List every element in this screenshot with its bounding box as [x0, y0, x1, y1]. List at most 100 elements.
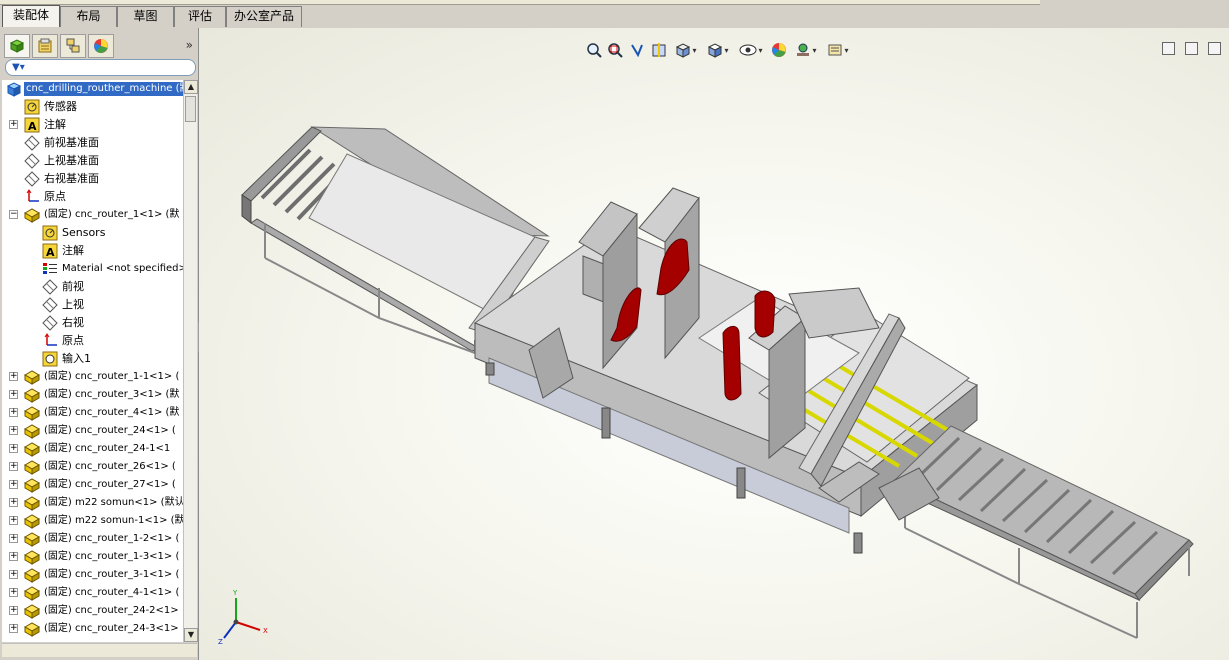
tab-evaluate[interactable]: 评估 [174, 6, 226, 27]
tree-item[interactable]: Material <not specified> [2, 260, 183, 278]
scroll-thumb[interactable] [185, 96, 196, 122]
tree-item-label: (固定) cnc_router_3<1> (默 [44, 389, 180, 400]
restore-view-icon[interactable] [1185, 42, 1198, 55]
tree-item-label: (固定) cnc_router_4<1> (默 [44, 407, 180, 418]
expand-icon[interactable]: + [9, 498, 18, 507]
svg-text:A: A [28, 120, 37, 133]
tree-item[interactable]: + (固定) cnc_router_24-2<1> [2, 602, 183, 620]
expand-icon[interactable]: + [9, 462, 18, 471]
close-view-icon[interactable] [1208, 42, 1221, 55]
tree-item[interactable]: + (固定) cnc_router_27<1> ( [2, 476, 183, 494]
tree-item[interactable]: + (固定) cnc_router_1-2<1> ( [2, 530, 183, 548]
section-view-icon[interactable] [649, 40, 669, 60]
view-orientation-icon[interactable] [671, 40, 701, 60]
tree-item-label: (固定) cnc_router_27<1> ( [44, 479, 176, 490]
property-manager-tab[interactable] [32, 34, 58, 58]
part-icon [23, 585, 41, 601]
tree-item-label: (固定) cnc_router_1<1> (默 [44, 209, 180, 220]
tree-item-label: 注解 [62, 244, 84, 257]
edit-appearance-icon[interactable] [769, 40, 789, 60]
tree-item[interactable]: Sensors [2, 224, 183, 242]
tree-vertical-scrollbar[interactable]: ▲ ▼ [183, 80, 198, 642]
display-style-icon[interactable] [703, 40, 733, 60]
tree-item[interactable]: − (固定) cnc_router_1<1> (默 [2, 206, 183, 224]
expand-icon[interactable]: + [9, 624, 18, 633]
tree-item[interactable]: + (固定) cnc_router_24-1<1 [2, 440, 183, 458]
tree-item-label: (固定) cnc_router_1-2<1> ( [44, 533, 180, 544]
expand-icon[interactable]: + [9, 570, 18, 579]
more-tabs-chevron-icon[interactable]: » [186, 38, 193, 52]
tree-item[interactable]: 原点 [2, 332, 183, 350]
tree-item[interactable]: + (固定) cnc_router_4<1> (默 [2, 404, 183, 422]
tree-item[interactable]: + (固定) m22 somun<1> (默认 [2, 494, 183, 512]
tree-item[interactable]: 传感器 [2, 98, 183, 116]
view-settings-icon[interactable] [823, 40, 853, 60]
tree-item[interactable]: + (固定) cnc_router_3<1> (默 [2, 386, 183, 404]
tree-item[interactable]: 右视基准面 [2, 170, 183, 188]
scroll-up-arrow-icon[interactable]: ▲ [184, 80, 198, 94]
expand-icon[interactable]: + [9, 534, 18, 543]
expand-icon[interactable]: + [9, 444, 18, 453]
tree-item[interactable]: + (固定) cnc_router_24-3<1> [2, 620, 183, 638]
xyz-axis-triad-icon: Y X Z [218, 589, 268, 646]
tree-item-label: 上视 [62, 298, 84, 311]
previous-view-icon[interactable] [627, 40, 647, 60]
tree-item[interactable]: 上视基准面 [2, 152, 183, 170]
tree-item[interactable]: + (固定) cnc_router_26<1> ( [2, 458, 183, 476]
display-manager-tab[interactable] [88, 34, 114, 58]
tab-assembly[interactable]: 装配体 [2, 5, 60, 27]
sensor-icon [42, 225, 58, 241]
tree-item[interactable]: + (固定) cnc_router_1-1<1> ( [2, 368, 183, 386]
tree-item[interactable]: 原点 [2, 188, 183, 206]
expand-icon[interactable]: + [9, 426, 18, 435]
tree-item-label: 前视基准面 [44, 136, 99, 149]
tree-item[interactable]: 前视基准面 [2, 134, 183, 152]
tree-item[interactable]: 上视 [2, 296, 183, 314]
part-icon [23, 423, 41, 439]
expand-icon[interactable]: + [9, 606, 18, 615]
expand-icon[interactable]: + [9, 120, 18, 129]
expand-icon[interactable]: + [9, 516, 18, 525]
tree-item-label: (固定) cnc_router_24<1> ( [44, 425, 176, 436]
graphics-area[interactable]: Y X Z [199, 28, 1229, 660]
tree-item[interactable]: cnc_drilling_routher_machine (默 [2, 80, 183, 98]
tree-item[interactable]: A 注解 [2, 242, 183, 260]
tree-filter-input[interactable]: ▼▾ [5, 59, 196, 76]
tree-item[interactable]: 右视 [2, 314, 183, 332]
apply-scene-icon[interactable] [791, 40, 821, 60]
tree-item[interactable]: 输入1 [2, 350, 183, 368]
tree-item[interactable]: + (固定) cnc_router_3-1<1> ( [2, 566, 183, 584]
tree-item[interactable]: + (固定) cnc_router_4-1<1> ( [2, 584, 183, 602]
tab-sketch[interactable]: 草图 [117, 6, 174, 27]
tree-item-label: Material <not specified> [62, 263, 183, 274]
part-icon [23, 369, 41, 385]
tree-item-label: (固定) cnc_router_24-2<1> [44, 605, 179, 616]
tree-item[interactable]: 前视 [2, 278, 183, 296]
triad-x-label: X [263, 627, 268, 635]
scroll-down-arrow-icon[interactable]: ▼ [184, 628, 198, 642]
tab-office-products[interactable]: 办公室产品 [226, 6, 302, 27]
expand-icon[interactable]: + [9, 372, 18, 381]
expand-icon[interactable]: + [9, 390, 18, 399]
expand-icon[interactable]: + [9, 480, 18, 489]
split-view-icon[interactable] [1162, 42, 1175, 55]
tree-item-label: (固定) cnc_router_3-1<1> ( [44, 569, 180, 580]
hide-show-items-icon[interactable] [735, 40, 767, 60]
tree-item[interactable]: + (固定) m22 somun-1<1> (默 [2, 512, 183, 530]
collapse-icon[interactable]: − [9, 210, 18, 219]
part-icon [23, 207, 41, 223]
tree-item[interactable]: + A 注解 [2, 116, 183, 134]
expand-icon[interactable]: + [9, 588, 18, 597]
tree-horizontal-scrollbar[interactable] [2, 643, 197, 657]
cnc-machine-model [241, 126, 1194, 639]
tree-item[interactable]: + (固定) cnc_router_1-3<1> ( [2, 548, 183, 566]
expand-icon[interactable]: + [9, 408, 18, 417]
tree-item[interactable]: + (固定) cnc_router_24<1> ( [2, 422, 183, 440]
feature-tree-tab[interactable] [4, 34, 30, 58]
expand-icon[interactable]: + [9, 552, 18, 561]
configuration-manager-tab[interactable] [60, 34, 86, 58]
zoom-to-fit-icon[interactable] [585, 40, 603, 60]
zoom-to-area-icon[interactable] [605, 40, 625, 60]
part-icon [23, 441, 41, 457]
tab-layout[interactable]: 布局 [60, 6, 117, 27]
